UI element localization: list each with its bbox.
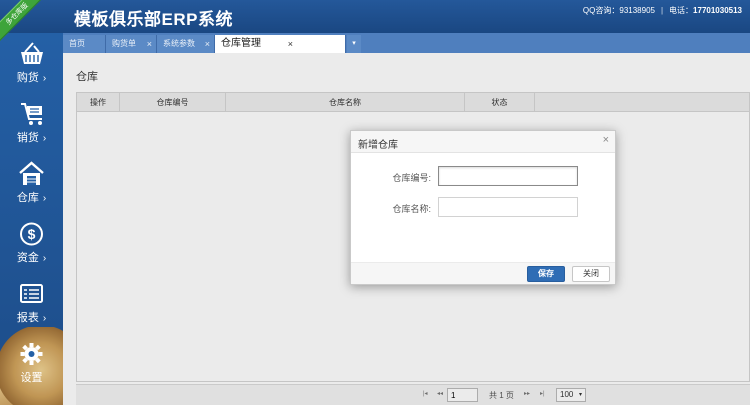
phone-label: 电话： — [669, 6, 694, 15]
chevron-right-icon: › — [42, 313, 47, 324]
sidebar-item-label: 仓库 — [16, 192, 39, 204]
top-header: 模板俱乐部ERP系统 QQ咨询：93138905 | 电话：1770103051… — [0, 0, 750, 33]
tab-warehouse-management[interactable]: 仓库管理 × — [215, 35, 346, 53]
sidebar-item-sales[interactable]: 销货 › — [0, 95, 63, 153]
report-icon — [20, 284, 43, 303]
warehouse-code-field[interactable] — [438, 166, 578, 186]
gear-icon — [20, 343, 43, 365]
cart-icon — [21, 103, 42, 125]
phone-contact: 电话：17701030513 — [669, 5, 742, 16]
tab-purchase-order[interactable]: 购货单 × — [106, 35, 157, 53]
dialog-header: 新增仓库 × — [351, 131, 615, 153]
sidebar-item-purchase[interactable]: 购货 › — [0, 35, 63, 93]
dialog-footer: 保存 关闭 — [351, 262, 615, 284]
basket-icon — [21, 42, 43, 64]
tab-bar: 首页 购货单 × 系统参数 × 仓库管理 × ▾ — [63, 33, 750, 53]
contact-info: QQ咨询：93138905 | 电话：17701030513 — [583, 5, 742, 16]
tab-label: 购货单 — [112, 39, 136, 48]
sidebar-item-warehouse[interactable]: 仓库 › — [0, 155, 63, 213]
chevron-right-icon: › — [42, 133, 47, 144]
dialog-title: 新增仓库 — [358, 140, 398, 151]
sidebar-item-label: 购货 — [16, 72, 39, 84]
tab-system-params[interactable]: 系统参数 × — [157, 35, 215, 53]
tab-close-icon[interactable]: × — [288, 35, 293, 53]
sidebar-item-label: 报表 — [16, 312, 39, 324]
contact-divider: | — [660, 6, 664, 15]
warehouse-icon — [19, 161, 44, 185]
sidebar-item-label: 销货 — [16, 132, 39, 144]
tab-close-icon[interactable]: × — [147, 35, 152, 53]
dollar-icon: $ — [20, 222, 43, 246]
sidebar: 购货 › 销货 › 仓库 › $ 资金 › 报表 › 设置 — [0, 33, 63, 405]
warehouse-name-field[interactable] — [438, 197, 578, 217]
app-title: 模板俱乐部ERP系统 — [74, 10, 233, 29]
add-warehouse-dialog: 新增仓库 × 仓库编号: 仓库名称: 保存 关闭 — [350, 130, 616, 285]
close-button[interactable]: 关闭 — [572, 266, 610, 282]
warehouse-name-label: 仓库名称: — [392, 204, 431, 214]
sidebar-item-label: 资金 — [16, 252, 39, 264]
sidebar-item-settings[interactable]: 设置 — [0, 335, 63, 393]
sidebar-item-reports[interactable]: 报表 › — [0, 275, 63, 333]
qq-label: QQ咨询： — [582, 6, 620, 15]
chevron-right-icon: › — [42, 193, 47, 204]
qq-contact: QQ咨询：93138905 — [583, 5, 655, 16]
svg-text:$: $ — [28, 226, 36, 242]
tab-close-icon[interactable]: × — [205, 35, 210, 53]
tab-label: 系统参数 — [163, 39, 195, 48]
close-icon[interactable]: × — [603, 134, 609, 146]
qq-value: 93138905 — [619, 6, 655, 15]
sidebar-item-label: 设置 — [20, 372, 43, 384]
tab-home[interactable]: 首页 — [63, 35, 106, 53]
save-button[interactable]: 保存 — [527, 266, 565, 282]
warehouse-code-label: 仓库编号: — [392, 173, 431, 183]
phone-value: 17701030513 — [693, 6, 742, 15]
sidebar-item-finance[interactable]: $ 资金 › — [0, 215, 63, 273]
chevron-right-icon: › — [42, 73, 47, 84]
tab-label: 首页 — [69, 39, 85, 48]
chevron-right-icon: › — [42, 253, 47, 264]
tab-menu-dropdown[interactable]: ▾ — [347, 35, 361, 53]
tab-label: 仓库管理 — [221, 38, 261, 49]
